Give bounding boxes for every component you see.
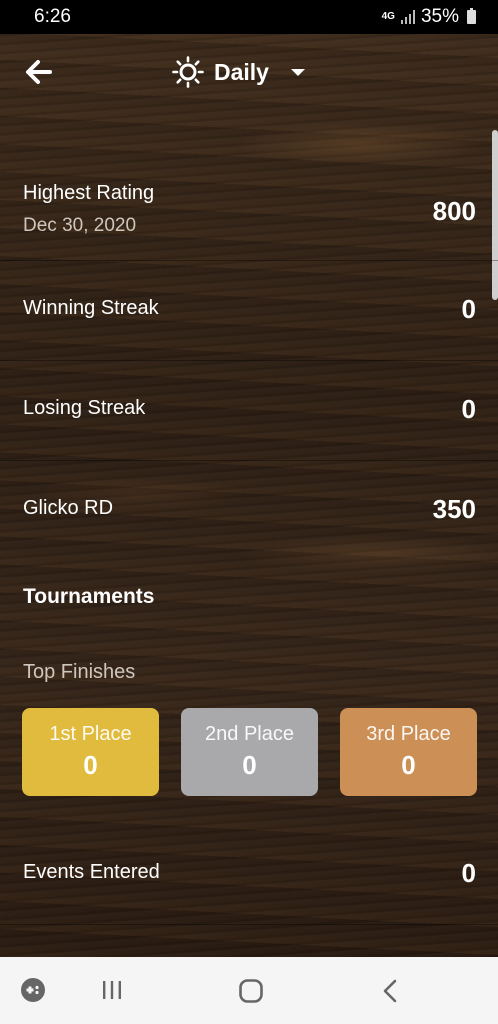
stat-row-winning-streak: Winning Streak 0 bbox=[0, 260, 498, 361]
battery-icon bbox=[467, 8, 476, 24]
place-label: 2nd Place bbox=[205, 723, 294, 745]
stat-row-losing-streak: Losing Streak 0 bbox=[0, 360, 498, 461]
third-place-card: 3rd Place 0 bbox=[340, 708, 477, 796]
sun-icon bbox=[172, 56, 204, 88]
second-place-card: 2nd Place 0 bbox=[181, 708, 318, 796]
place-value: 0 bbox=[242, 750, 257, 780]
place-value: 0 bbox=[83, 750, 98, 780]
stat-value: 0 bbox=[461, 394, 476, 424]
status-bar: 6:26 4G 35% bbox=[0, 0, 498, 34]
stat-label: Glicko RD bbox=[23, 497, 114, 519]
stat-label: Events Entered bbox=[23, 861, 160, 883]
stat-row-events-entered: Events Entered 0 bbox=[0, 824, 498, 925]
stat-value: 800 bbox=[432, 196, 476, 226]
status-indicators: 4G 35% bbox=[382, 6, 476, 28]
status-time: 6:26 bbox=[34, 6, 71, 27]
stat-row-highest-rating: Highest Rating Dec 30, 2020 800 bbox=[0, 160, 498, 261]
signal-icon bbox=[400, 10, 415, 24]
game-type-selector[interactable]: Daily bbox=[172, 56, 305, 88]
stat-label: Winning Streak bbox=[23, 297, 159, 319]
place-value: 0 bbox=[401, 750, 416, 780]
network-type: 4G bbox=[381, 11, 395, 22]
system-nav-bar bbox=[0, 957, 498, 1024]
stat-value: 0 bbox=[461, 858, 476, 888]
stat-date: Dec 30, 2020 bbox=[23, 215, 137, 236]
stat-value: 0 bbox=[461, 294, 476, 324]
place-label: 3rd Place bbox=[366, 723, 451, 745]
stat-row-glicko-rd: Glicko RD 350 bbox=[0, 460, 498, 560]
stats-screen: Daily Highest Rating Dec 30, 2020 800 Wi… bbox=[0, 34, 498, 957]
stat-label: Highest Rating bbox=[23, 182, 155, 204]
stat-value: 350 bbox=[432, 494, 476, 524]
battery-percent: 35% bbox=[420, 6, 459, 27]
page-title: Daily bbox=[214, 58, 269, 85]
back-button[interactable] bbox=[20, 54, 56, 90]
app-header: Daily bbox=[0, 34, 498, 112]
chevron-down-icon bbox=[290, 68, 305, 76]
back-icon[interactable] bbox=[380, 979, 400, 1003]
stat-label: Losing Streak bbox=[23, 397, 146, 419]
first-place-card: 1st Place 0 bbox=[22, 708, 159, 796]
arrow-left-icon bbox=[26, 60, 52, 84]
top-finishes-label: Top Finishes bbox=[23, 661, 136, 683]
section-title-tournaments: Tournaments bbox=[23, 585, 155, 608]
recent-apps-icon[interactable] bbox=[100, 979, 124, 1001]
game-launcher-icon[interactable] bbox=[20, 977, 46, 1003]
place-label: 1st Place bbox=[49, 723, 132, 745]
home-icon[interactable] bbox=[238, 978, 264, 1004]
